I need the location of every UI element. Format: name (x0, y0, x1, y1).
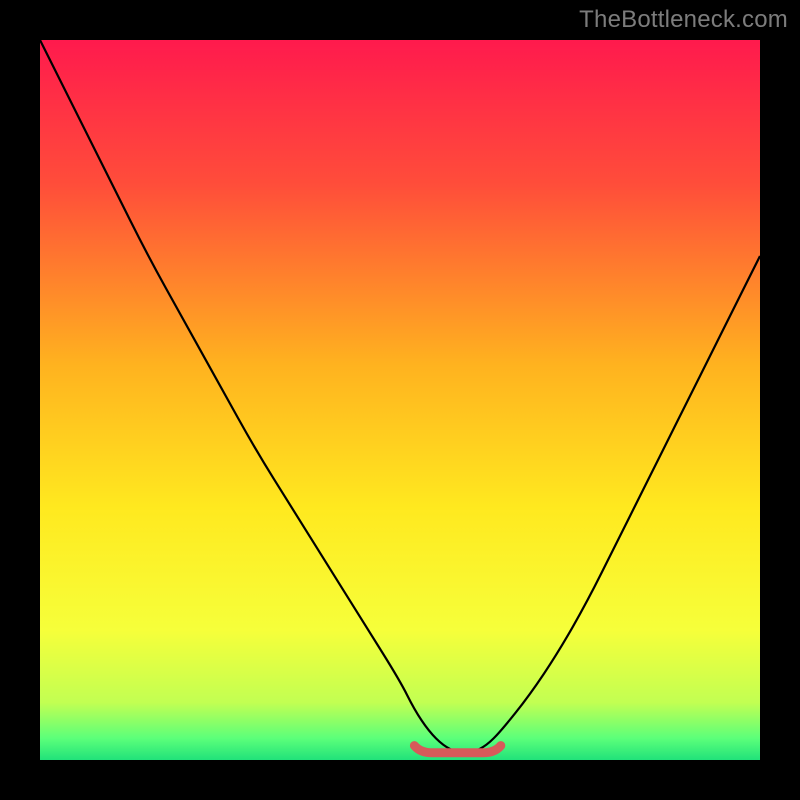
watermark-text: TheBottleneck.com (579, 6, 788, 34)
chart-frame: TheBottleneck.com (0, 0, 800, 800)
optimal-zone-marker (414, 746, 500, 753)
plot-area (40, 40, 760, 760)
bottleneck-curve (40, 40, 760, 753)
curve-layer (40, 40, 760, 760)
